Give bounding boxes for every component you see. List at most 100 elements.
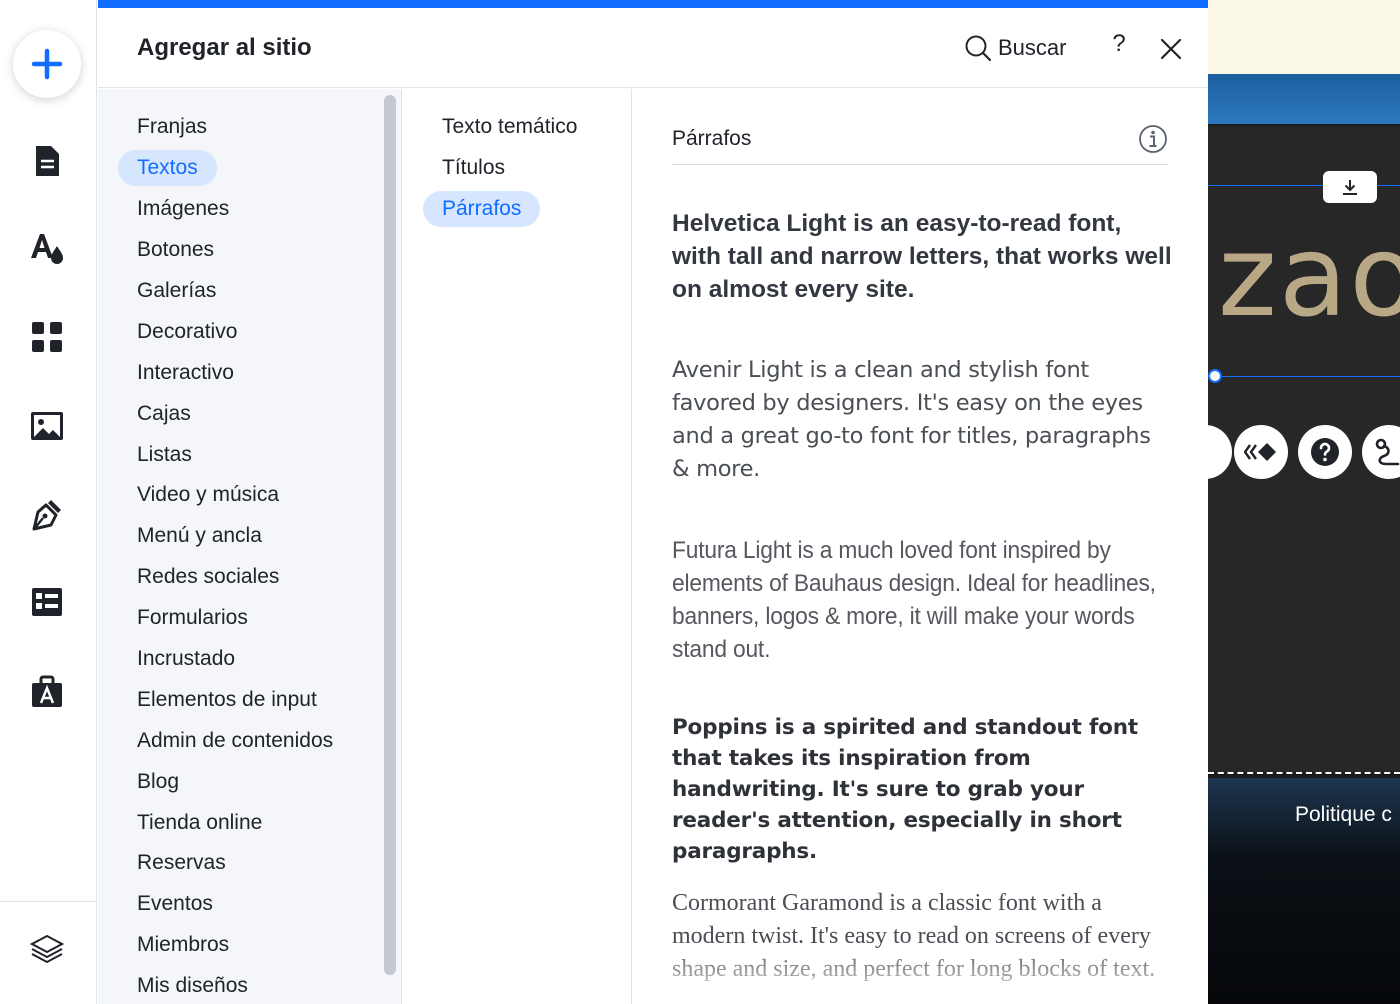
category-item-label[interactable]: Reservas <box>118 845 245 881</box>
category-item[interactable]: Blog <box>118 761 352 802</box>
category-item-label[interactable]: Listas <box>118 437 211 473</box>
canvas-heading-text[interactable]: zao <box>1218 212 1400 342</box>
pen-button[interactable] <box>26 493 68 535</box>
category-item[interactable]: Formularios <box>118 598 352 639</box>
category-item[interactable]: Admin de contenidos <box>118 720 352 761</box>
category-item-label[interactable]: Eventos <box>118 886 232 922</box>
category-scrollbar[interactable] <box>378 89 402 1004</box>
category-item[interactable]: Eventos <box>118 884 352 925</box>
paragraph-preset-futura[interactable]: Futura Light is a much loved font inspir… <box>672 534 1174 666</box>
subcategory-item[interactable]: Títulos <box>423 148 596 189</box>
panel-top-accent <box>98 0 1208 8</box>
business-button[interactable] <box>26 670 68 712</box>
category-item[interactable]: Decorativo <box>118 311 352 352</box>
category-item[interactable]: Menú y ancla <box>118 516 352 557</box>
category-item-label[interactable]: Video y música <box>118 477 298 513</box>
panel-header: Agregar al sitio Buscar ? <box>98 8 1208 88</box>
category-list-column: Franjas Textos Imágenes Botones Galerías Deco… <box>98 89 378 1004</box>
category-item-label[interactable]: Blog <box>118 764 198 800</box>
help-circle-button[interactable] <box>1298 425 1352 479</box>
animation-button[interactable] <box>1234 425 1288 479</box>
connect-icon <box>1375 438 1400 466</box>
pen-icon <box>32 500 61 531</box>
paragraph-preset-cormorant[interactable]: Cormorant Garamond is a classic font wit… <box>672 887 1172 986</box>
site-canvas[interactable]: zao Politique c <box>1208 0 1400 1004</box>
pages-icon <box>36 146 59 176</box>
category-item[interactable]: Listas <box>118 434 352 475</box>
category-item[interactable]: Tienda online <box>118 802 352 843</box>
category-item-label[interactable]: Textos <box>118 150 217 187</box>
category-item[interactable]: Imágenes <box>118 189 352 230</box>
category-item[interactable]: Reservas <box>118 843 352 884</box>
download-button[interactable] <box>1323 171 1377 203</box>
content-column: Párrafos Helvetica Light is an easy-to-r… <box>633 89 1208 1004</box>
selection-handle[interactable] <box>1208 369 1222 383</box>
category-item[interactable]: Cajas <box>118 393 352 434</box>
subcategory-item[interactable]: Párrafos <box>423 189 596 230</box>
subcategory-item[interactable]: Texto temático <box>423 107 596 148</box>
category-item[interactable]: Mis diseños <box>118 966 352 1004</box>
category-item-label[interactable]: Botones <box>118 232 233 268</box>
media-button[interactable] <box>26 405 68 447</box>
category-item[interactable]: Galerías <box>118 271 352 312</box>
paragraph-preset-avenir[interactable]: Avenir Light is a clean and stylish font… <box>672 354 1172 486</box>
subcategory-item-label[interactable]: Títulos <box>423 150 524 186</box>
category-item-label[interactable]: Decorativo <box>118 314 256 350</box>
download-icon <box>1343 180 1357 195</box>
paragraph-preset-helvetica[interactable]: Helvetica Light is an easy-to-read font,… <box>672 207 1172 306</box>
design-button[interactable] <box>26 228 68 270</box>
left-toolbar <box>0 0 97 1004</box>
add-elements-button[interactable] <box>13 30 81 98</box>
category-item[interactable]: Textos <box>118 148 352 189</box>
category-item[interactable]: Franjas <box>118 107 352 148</box>
paragraph-preset-poppins[interactable]: Poppins is a spirited and standout font … <box>672 712 1172 867</box>
category-list: Franjas Textos Imágenes Botones Galerías Deco… <box>118 107 352 1004</box>
category-item[interactable]: Elementos de input <box>118 679 352 720</box>
section-title: Párrafos <box>672 127 752 150</box>
section-divider <box>672 164 1168 165</box>
category-item[interactable]: Incrustado <box>118 639 352 680</box>
table-icon <box>32 588 62 616</box>
pages-button[interactable] <box>26 140 68 182</box>
category-item-label[interactable]: Menú y ancla <box>118 518 281 554</box>
category-item-label[interactable]: Incrustado <box>118 641 254 677</box>
category-item-label[interactable]: Mis diseños <box>118 968 267 1004</box>
category-item-label[interactable]: Franjas <box>118 109 226 145</box>
category-item[interactable]: Interactivo <box>118 352 352 393</box>
category-scrollbar-thumb[interactable] <box>384 95 396 975</box>
layers-icon <box>30 934 64 964</box>
apps-button[interactable] <box>26 316 68 358</box>
category-item-label[interactable]: Admin de contenidos <box>118 723 352 759</box>
layers-button[interactable] <box>26 928 68 970</box>
help-button[interactable]: ? <box>1104 30 1134 64</box>
category-item-label[interactable]: Elementos de input <box>118 682 336 718</box>
info-icon[interactable] <box>1138 124 1168 154</box>
category-item-label[interactable]: Galerías <box>118 273 235 309</box>
category-item-label[interactable]: Cajas <box>118 396 210 432</box>
subcategory-item-label[interactable]: Texto temático <box>423 109 596 145</box>
subcategory-column: Texto temático Títulos Párrafos <box>403 89 632 1004</box>
footer-link-text[interactable]: Politique c <box>1295 803 1392 827</box>
search-button[interactable]: Buscar <box>964 32 1066 64</box>
category-item-label[interactable]: Miembros <box>118 927 248 963</box>
cms-button[interactable] <box>26 581 68 623</box>
category-item[interactable]: Video y música <box>118 475 352 516</box>
business-icon <box>32 675 62 707</box>
category-item-label[interactable]: Imágenes <box>118 191 248 227</box>
subcategory-item-label[interactable]: Párrafos <box>423 191 541 228</box>
close-icon <box>1160 38 1182 60</box>
category-item-label[interactable]: Redes sociales <box>118 559 298 595</box>
category-item-label[interactable]: Tienda online <box>118 805 281 841</box>
close-button[interactable] <box>1156 34 1186 64</box>
category-item-label[interactable]: Interactivo <box>118 355 253 391</box>
selection-line-bottom <box>1208 376 1400 377</box>
animation-icon <box>1244 443 1276 461</box>
category-item[interactable]: Miembros <box>118 925 352 966</box>
canvas-header-strip <box>1208 74 1400 124</box>
add-panel: Agregar al sitio Buscar ? Franjas Textos I… <box>98 0 1208 1004</box>
category-item[interactable]: Redes sociales <box>118 557 352 598</box>
category-item[interactable]: Botones <box>118 230 352 271</box>
category-item-label[interactable]: Formularios <box>118 600 267 636</box>
rail-divider <box>0 901 97 902</box>
panel-title: Agregar al sitio <box>137 34 312 61</box>
